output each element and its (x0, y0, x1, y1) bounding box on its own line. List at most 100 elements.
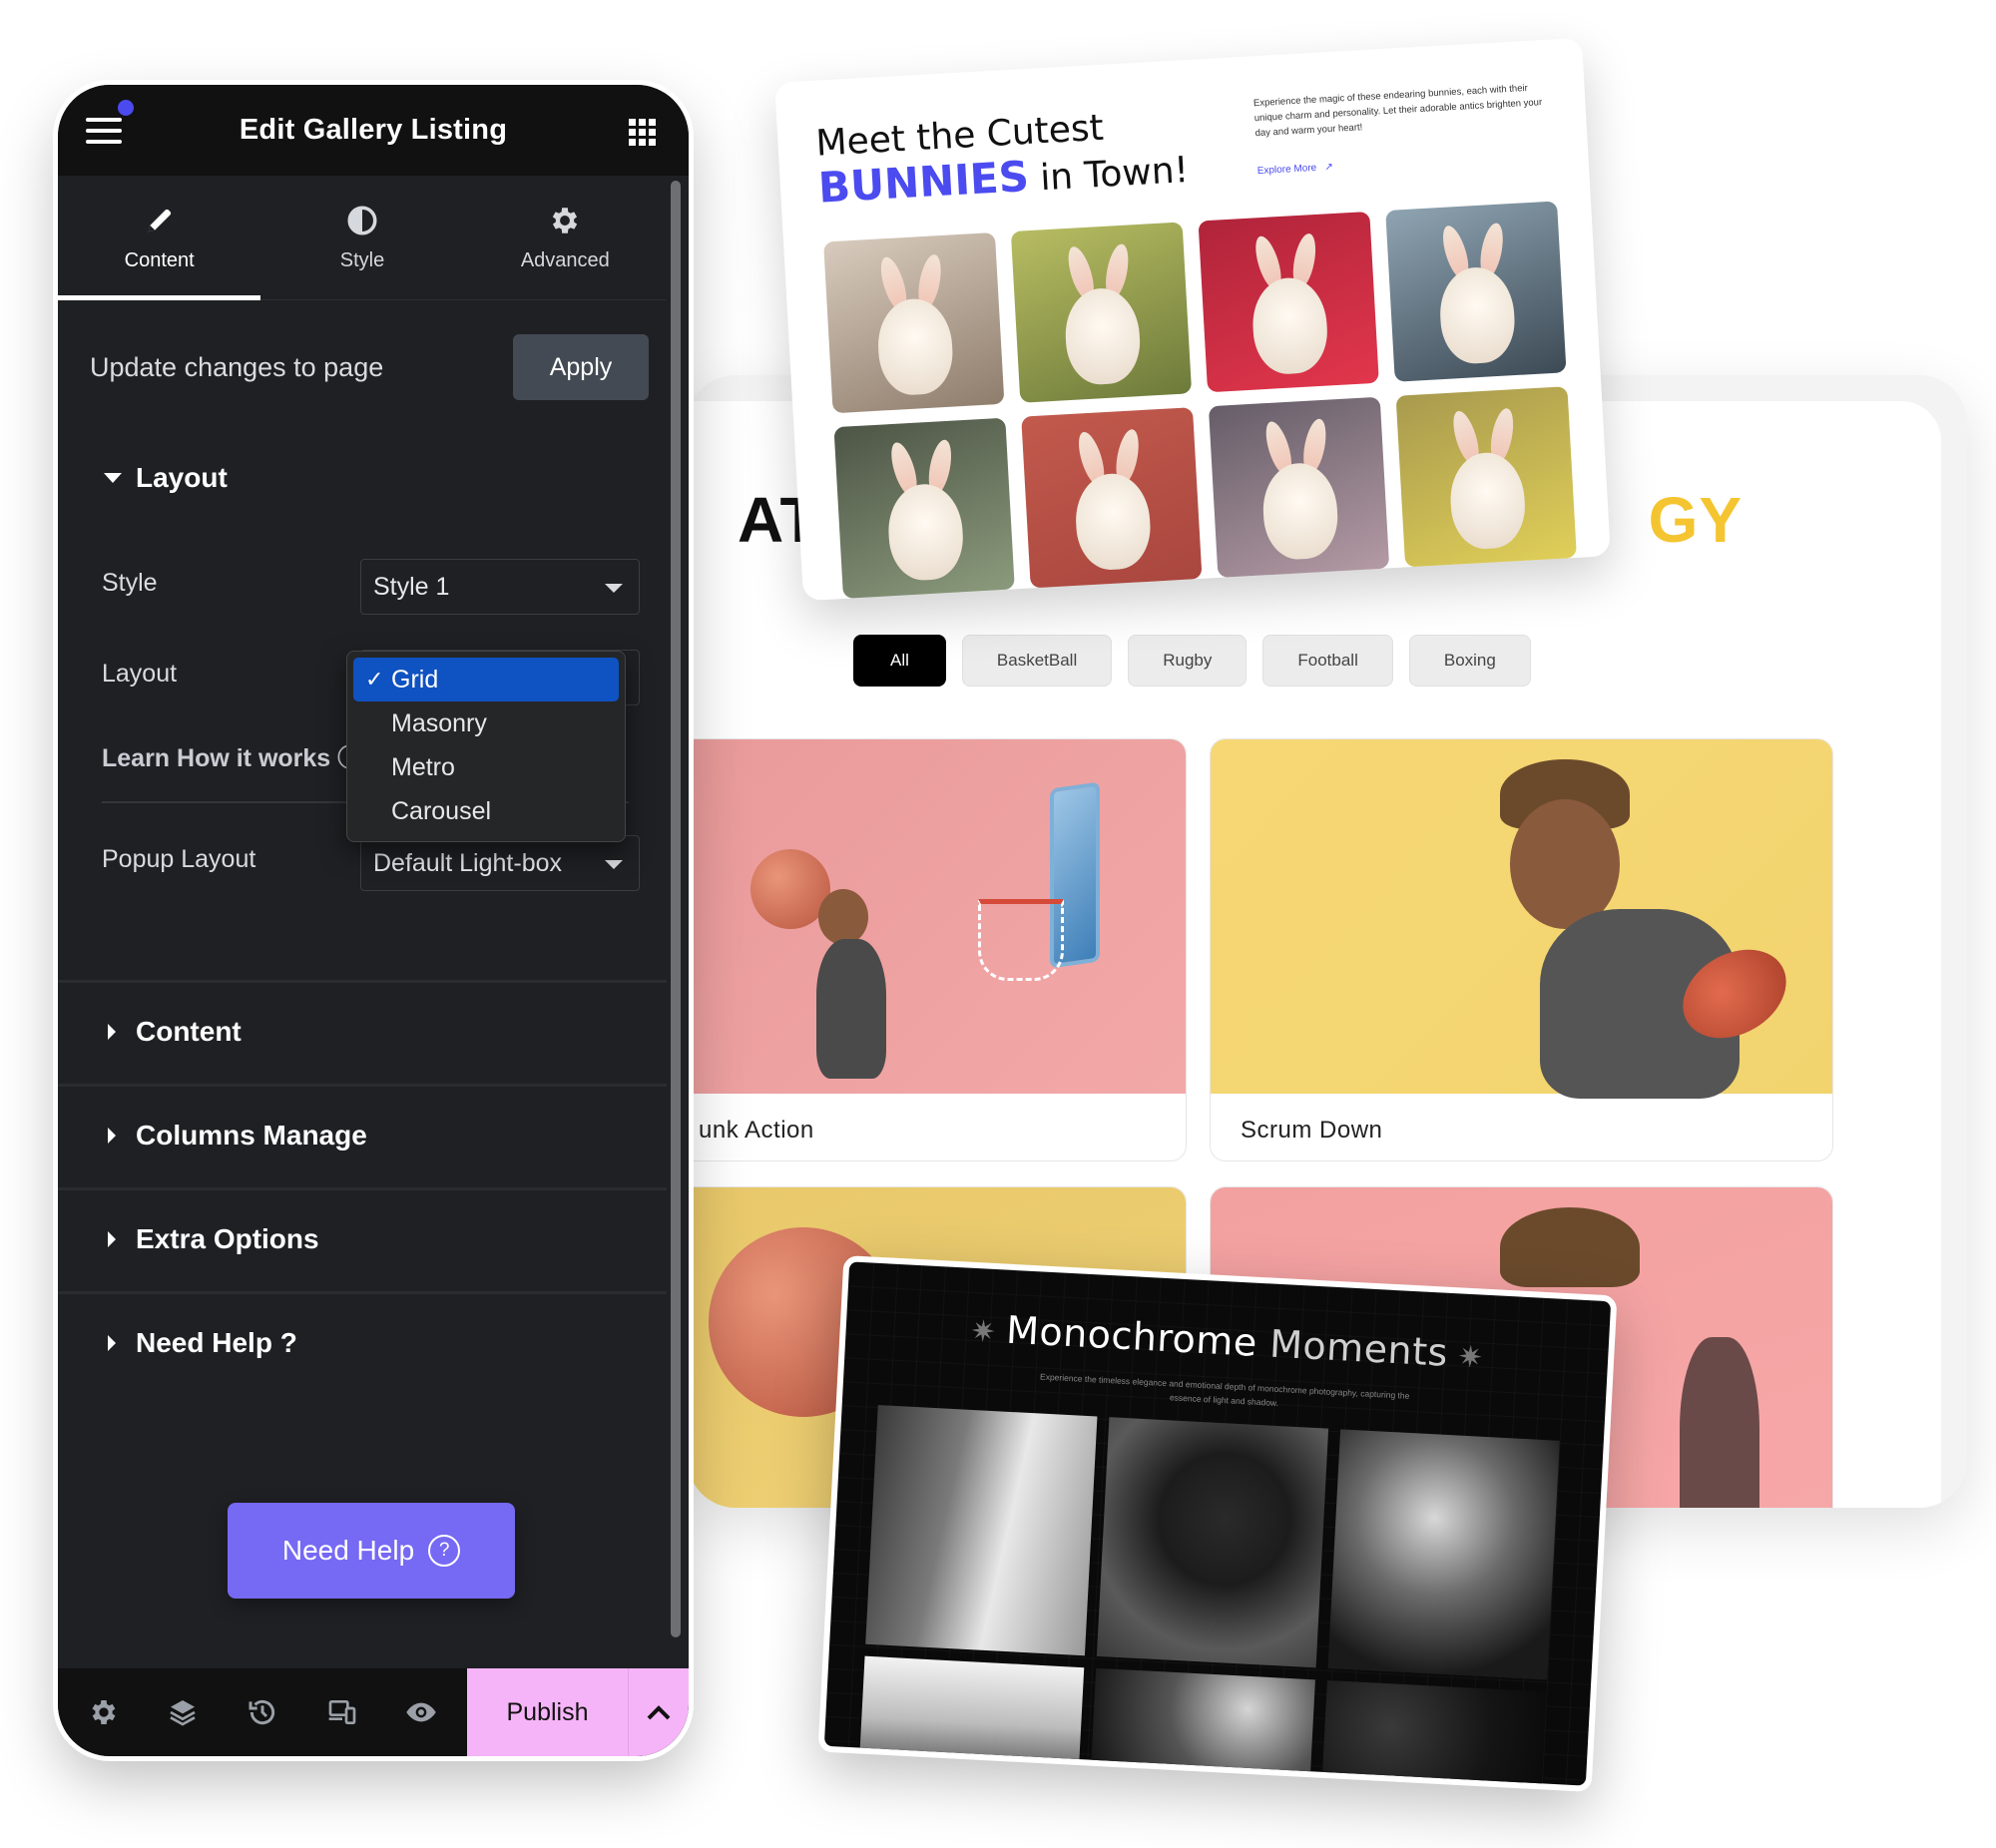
settings-icon[interactable] (88, 1696, 120, 1728)
divider (58, 980, 667, 983)
arrow-up-right-icon: ↗ (1318, 161, 1334, 174)
filter-boxing[interactable]: Boxing (1408, 635, 1531, 687)
publish-group: Publish (467, 1668, 689, 1756)
panel-scrollbar[interactable] (671, 181, 681, 1637)
learn-how-label: Learn How it works (102, 744, 331, 772)
bunnies-image-grid (823, 201, 1577, 599)
panel-footer: Publish (58, 1668, 689, 1756)
bunny-image-tile[interactable] (1198, 211, 1379, 393)
explore-more-link[interactable]: Explore More ↗ (1257, 162, 1334, 177)
section-extra-options-toggle[interactable]: Extra Options (104, 1223, 319, 1255)
learn-how-link[interactable]: Learn How it works ⓘ (102, 738, 362, 774)
bunny-image-tile[interactable] (823, 231, 1005, 414)
widgets-grid-icon[interactable] (629, 119, 657, 147)
layout-dropdown-menu: ✓ Grid Masonry Metro Carousel (346, 651, 626, 842)
need-help-label: Need Help (281, 1535, 415, 1566)
contrast-icon (347, 205, 377, 235)
player-hair-graphic (1500, 1207, 1640, 1287)
checkmark-icon: ✓ (365, 667, 384, 692)
layout-option-label: Masonry (391, 708, 487, 737)
gallery-item-image-scrum (1211, 739, 1832, 1099)
panel-tabs: Content Style Advanced (58, 176, 667, 300)
filter-rugby[interactable]: Rugby (1128, 635, 1248, 687)
bunny-image-tile[interactable] (833, 417, 1015, 599)
caret-right-icon (108, 1024, 116, 1040)
section-content-toggle[interactable]: Content (104, 1016, 242, 1048)
gallery-item-caption: unk Action (699, 1117, 814, 1144)
layout-option-label: Carousel (391, 796, 492, 825)
section-layout-toggle[interactable]: Layout (104, 462, 228, 494)
photo-street-lamp[interactable] (1327, 1429, 1560, 1680)
responsive-icon[interactable] (326, 1696, 358, 1728)
bunny-image-tile[interactable] (1395, 386, 1577, 568)
bunny-body-graphic (1260, 461, 1340, 562)
divider (58, 1084, 667, 1087)
style-field-label: Style (102, 569, 158, 597)
pencil-icon (148, 209, 171, 231)
monochrome-heading: ✷ Monochrome Moments ✷ (845, 1299, 1609, 1383)
filter-basketball[interactable]: BasketBall (961, 635, 1113, 687)
bunny-image-tile[interactable] (1021, 407, 1203, 589)
bunny-image-tile[interactable] (1208, 396, 1390, 578)
style-select[interactable]: Style 1 (360, 559, 640, 615)
question-circle-icon: ? (428, 1535, 461, 1567)
bunny-body-graphic (875, 296, 955, 397)
bunny-body-graphic (1447, 450, 1528, 551)
caret-right-icon (108, 1231, 116, 1247)
bunny-body-graphic (885, 482, 966, 583)
tab-style[interactable]: Style (260, 176, 463, 299)
publish-options-toggle[interactable] (629, 1668, 689, 1756)
hoop-net-graphic (978, 899, 1064, 981)
filter-all[interactable]: All (853, 635, 946, 687)
photo-mountain[interactable] (1090, 1667, 1315, 1790)
caret-down-icon (104, 473, 122, 483)
sparkle-icon: ✷ (1456, 1339, 1485, 1376)
menu-icon[interactable] (86, 118, 122, 144)
tab-style-label: Style (339, 248, 385, 271)
layers-icon[interactable] (167, 1696, 199, 1728)
bunny-image-tile[interactable] (1010, 222, 1193, 403)
gallery-item[interactable]: Scrum Down (1210, 738, 1833, 1161)
tab-advanced[interactable]: Advanced (464, 176, 667, 299)
gallery-item[interactable]: unk Action (688, 738, 1187, 1161)
section-extra-options-title: Extra Options (136, 1223, 319, 1254)
photo-portrait[interactable] (1096, 1417, 1329, 1668)
bunny-image-tile[interactable] (1385, 201, 1567, 382)
monochrome-photo-grid (858, 1405, 1560, 1792)
layout-option-carousel[interactable]: Carousel (353, 789, 619, 833)
history-icon[interactable] (247, 1696, 278, 1728)
filter-football[interactable]: Football (1262, 635, 1393, 687)
style-select-value: Style 1 (373, 572, 450, 601)
section-need-help-toggle[interactable]: Need Help ? (104, 1327, 297, 1359)
chevron-down-icon (605, 860, 623, 869)
photo-canyon[interactable] (858, 1655, 1085, 1778)
monochrome-heading-word2: Moments (1268, 1321, 1449, 1375)
photo-misty-tree[interactable] (865, 1405, 1098, 1656)
section-layout-title: Layout (136, 462, 228, 493)
player-arm-graphic (1680, 1337, 1759, 1508)
publish-button[interactable]: Publish (467, 1668, 629, 1756)
bunnies-gallery-card: Meet the Cutest BUNNIES in Town! Experie… (774, 37, 1611, 602)
divider (58, 1187, 667, 1190)
bunnies-description: Experience the magic of these endearing … (1252, 82, 1543, 140)
caret-right-icon (108, 1128, 116, 1144)
layout-option-grid[interactable]: ✓ Grid (353, 658, 619, 701)
photo-forest[interactable] (1321, 1679, 1547, 1792)
caret-right-icon (108, 1335, 116, 1351)
layout-option-masonry[interactable]: Masonry (353, 701, 619, 745)
layout-option-metro[interactable]: Metro (353, 745, 619, 789)
category-filters: All BasketBall Rugby Football Boxing (853, 635, 1531, 687)
section-columns-toggle[interactable]: Columns Manage (104, 1120, 367, 1152)
panel-title: Edit Gallery Listing (239, 114, 508, 146)
chevron-up-icon (647, 1705, 671, 1720)
bunny-body-graphic (1073, 471, 1153, 572)
gallery-item-caption: Scrum Down (1241, 1117, 1383, 1144)
panel-header: Edit Gallery Listing (58, 85, 689, 176)
preview-eye-icon[interactable] (405, 1696, 437, 1728)
apply-button[interactable]: Apply (513, 334, 649, 400)
tab-content-label: Content (124, 248, 195, 271)
tab-content[interactable]: Content (58, 176, 261, 300)
popup-layout-select[interactable]: Default Light-box (360, 835, 640, 891)
need-help-button[interactable]: Need Help ? (228, 1503, 515, 1599)
tab-advanced-label: Advanced (520, 248, 610, 271)
